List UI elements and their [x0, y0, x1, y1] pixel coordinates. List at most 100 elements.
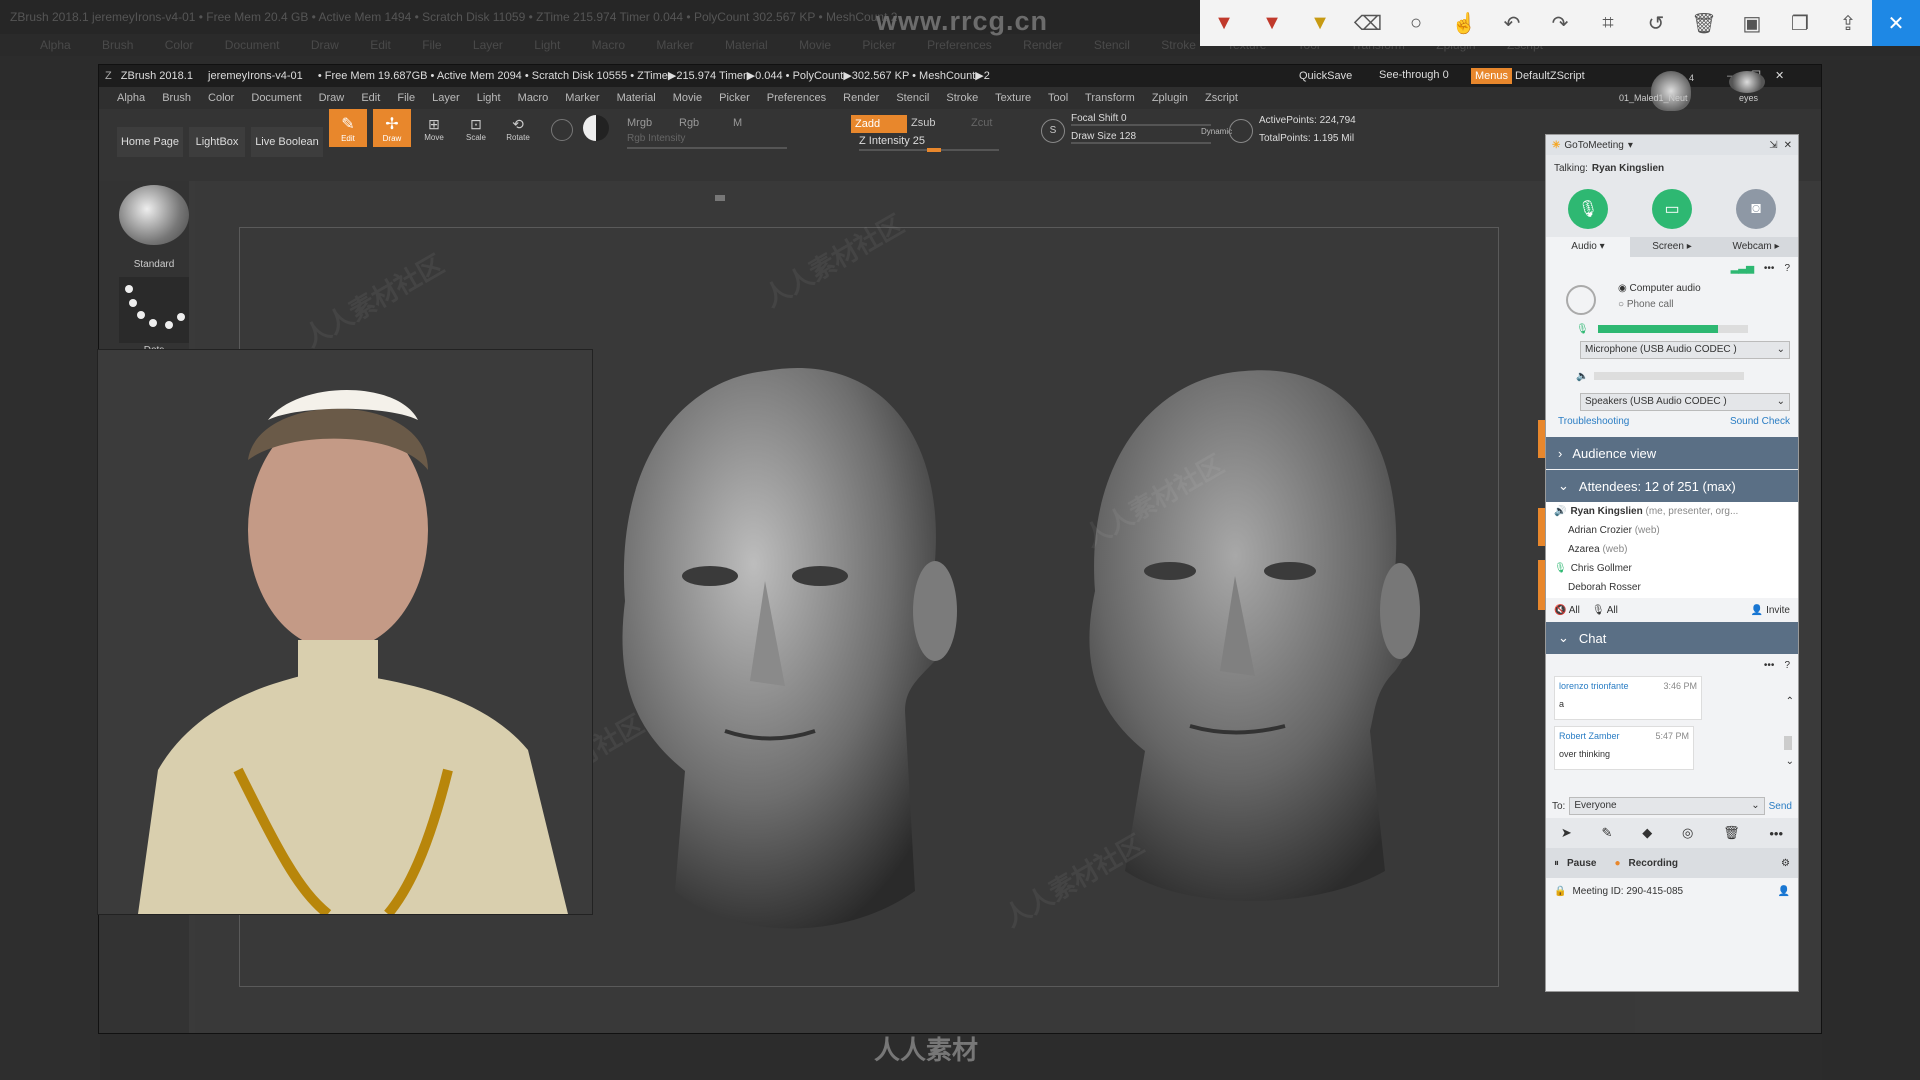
menu-brush[interactable]: Brush: [162, 92, 191, 104]
menu-macro[interactable]: Macro: [518, 92, 549, 104]
material-thumbnail[interactable]: [1651, 71, 1691, 111]
menu-stroke[interactable]: Stroke: [946, 92, 978, 104]
pause-button[interactable]: Pause: [1567, 858, 1596, 869]
menu-document[interactable]: Document: [251, 92, 301, 104]
canvas-scroll-handle[interactable]: [715, 195, 725, 201]
menu-file[interactable]: File: [397, 92, 415, 104]
live-boolean-button[interactable]: Live Boolean: [251, 127, 323, 157]
menu-material[interactable]: Material: [617, 92, 656, 104]
quicksave-button[interactable]: QuickSave: [1299, 65, 1352, 87]
redo-icon[interactable]: ↷: [1536, 0, 1584, 46]
menu-movie[interactable]: Movie: [673, 92, 702, 104]
menu-edit[interactable]: Edit: [361, 92, 380, 104]
chat-section[interactable]: ⌄ Chat: [1546, 622, 1798, 654]
tab-audio[interactable]: Audio ▾: [1546, 237, 1630, 257]
draw-size-track[interactable]: [1071, 142, 1211, 144]
tab-webcam[interactable]: Webcam ▸: [1714, 237, 1798, 257]
attendee-row[interactable]: Adrian Crozier (web): [1546, 521, 1798, 540]
dock-tab[interactable]: [1538, 508, 1545, 546]
sound-check-link[interactable]: Sound Check: [1730, 416, 1790, 427]
phone-call-option[interactable]: ○ Phone call: [1618, 299, 1674, 310]
menu-zscript[interactable]: Zscript: [1205, 92, 1238, 104]
shape-icon[interactable]: ○: [1392, 0, 1440, 46]
tab-screen[interactable]: Screen ▸: [1630, 237, 1714, 257]
pause-icon[interactable]: ⏸: [1554, 858, 1559, 869]
share-icon[interactable]: ⇪: [1824, 0, 1872, 46]
attendee-row[interactable]: Deborah Rosser: [1546, 578, 1798, 597]
menu-texture[interactable]: Texture: [995, 92, 1031, 104]
menu-tool[interactable]: Tool: [1048, 92, 1068, 104]
menu-marker[interactable]: Marker: [565, 92, 599, 104]
scale-mode-button[interactable]: ⊡ Scale: [459, 111, 493, 147]
chevron-down-icon[interactable]: ▾: [1628, 140, 1633, 151]
attendees-section[interactable]: ⌄ Attendees: 12 of 251 (max): [1546, 470, 1798, 502]
more-options-icon[interactable]: •••: [1769, 826, 1783, 841]
menu-layer[interactable]: Layer: [432, 92, 460, 104]
z-intensity-slider[interactable]: Z Intensity 25: [859, 135, 925, 147]
chevron-up-icon[interactable]: ⌃: [1786, 696, 1794, 707]
dock-tab[interactable]: [1538, 420, 1545, 458]
microphone-select[interactable]: Microphone (USB Audio CODEC ) ⌄: [1580, 341, 1790, 359]
rotate-mode-button[interactable]: ⟲ Rotate: [501, 111, 535, 147]
dots-stroke-icon[interactable]: [119, 277, 189, 343]
dynamic-icon[interactable]: [1229, 119, 1253, 143]
menu-render[interactable]: Render: [843, 92, 879, 104]
audience-view-section[interactable]: › Audience view: [1546, 437, 1798, 469]
help-icon[interactable]: ?: [1784, 660, 1790, 671]
dock-tab[interactable]: [1538, 560, 1545, 610]
standard-brush-icon[interactable]: [119, 185, 189, 245]
zcut-toggle[interactable]: Zcut: [971, 117, 992, 129]
marker-red-icon[interactable]: ▼: [1248, 0, 1296, 46]
eyes-subtool-thumbnail[interactable]: [1729, 71, 1765, 93]
lightbox-button[interactable]: LightBox: [189, 127, 245, 157]
pin-icon[interactable]: ⇲: [1769, 140, 1777, 151]
home-page-button[interactable]: Home Page: [117, 127, 183, 157]
m-toggle[interactable]: M: [733, 117, 742, 129]
troubleshooting-link[interactable]: Troubleshooting: [1558, 416, 1629, 427]
menu-transform[interactable]: Transform: [1085, 92, 1135, 104]
invite-button[interactable]: 👤 Invite: [1751, 605, 1790, 616]
close-icon[interactable]: ✕: [1872, 0, 1920, 46]
webcam-icon[interactable]: ◙: [1736, 189, 1776, 229]
microphone-icon[interactable]: 🎙: [1568, 189, 1608, 229]
dynamic-toggle[interactable]: Dynamic: [1201, 127, 1232, 136]
pen-icon[interactable]: ✎: [1602, 825, 1613, 841]
mrgb-toggle[interactable]: Mrgb: [627, 117, 652, 129]
color-picker-icon[interactable]: [583, 115, 609, 141]
menu-stencil[interactable]: Stencil: [896, 92, 929, 104]
chat-scrollbar[interactable]: [1784, 736, 1792, 750]
edit-mode-button[interactable]: ✎ Edit: [329, 109, 367, 147]
menu-alpha[interactable]: Alpha: [117, 92, 145, 104]
menus-toggle[interactable]: Menus: [1471, 68, 1513, 84]
send-button[interactable]: Send: [1769, 801, 1792, 812]
menu-draw[interactable]: Draw: [319, 92, 345, 104]
crop-icon[interactable]: ⌗: [1584, 0, 1632, 46]
menu-picker[interactable]: Picker: [719, 92, 750, 104]
pointer-icon[interactable]: ☝: [1440, 0, 1488, 46]
menu-preferences[interactable]: Preferences: [767, 92, 826, 104]
menu-zplugin[interactable]: Zplugin: [1152, 92, 1188, 104]
rgb-toggle[interactable]: Rgb: [679, 117, 699, 129]
material-sphere-icon[interactable]: [551, 119, 573, 141]
chevron-down-icon[interactable]: ⌄: [1786, 756, 1794, 767]
head-sculpt-smooth[interactable]: [615, 351, 975, 951]
zsub-toggle[interactable]: Zsub: [911, 117, 935, 129]
spotlight-icon[interactable]: ◎: [1682, 825, 1693, 841]
save-icon[interactable]: ▣: [1728, 0, 1776, 46]
add-person-icon[interactable]: 👤: [1778, 886, 1790, 897]
unmute-all-button[interactable]: 🎙 All: [1592, 605, 1618, 616]
menu-color[interactable]: Color: [208, 92, 234, 104]
trash-icon[interactable]: 🗑: [1723, 825, 1740, 841]
more-options-icon[interactable]: •••: [1764, 660, 1775, 671]
computer-audio-option[interactable]: ◉ Computer audio: [1618, 283, 1701, 294]
rgb-intensity-slider[interactable]: Rgb Intensity: [627, 133, 685, 144]
eraser-icon[interactable]: ⌫: [1344, 0, 1392, 46]
undo-icon[interactable]: ↶: [1488, 0, 1536, 46]
draw-mode-button[interactable]: ✢ Draw: [373, 109, 411, 147]
menu-light[interactable]: Light: [477, 92, 501, 104]
zadd-toggle[interactable]: Zadd: [851, 115, 907, 133]
attendee-row[interactable]: Azarea (web): [1546, 540, 1798, 559]
help-icon[interactable]: ?: [1784, 263, 1790, 274]
mute-all-button[interactable]: 🔇 All: [1554, 605, 1580, 616]
screen-share-icon[interactable]: ▭: [1652, 189, 1692, 229]
